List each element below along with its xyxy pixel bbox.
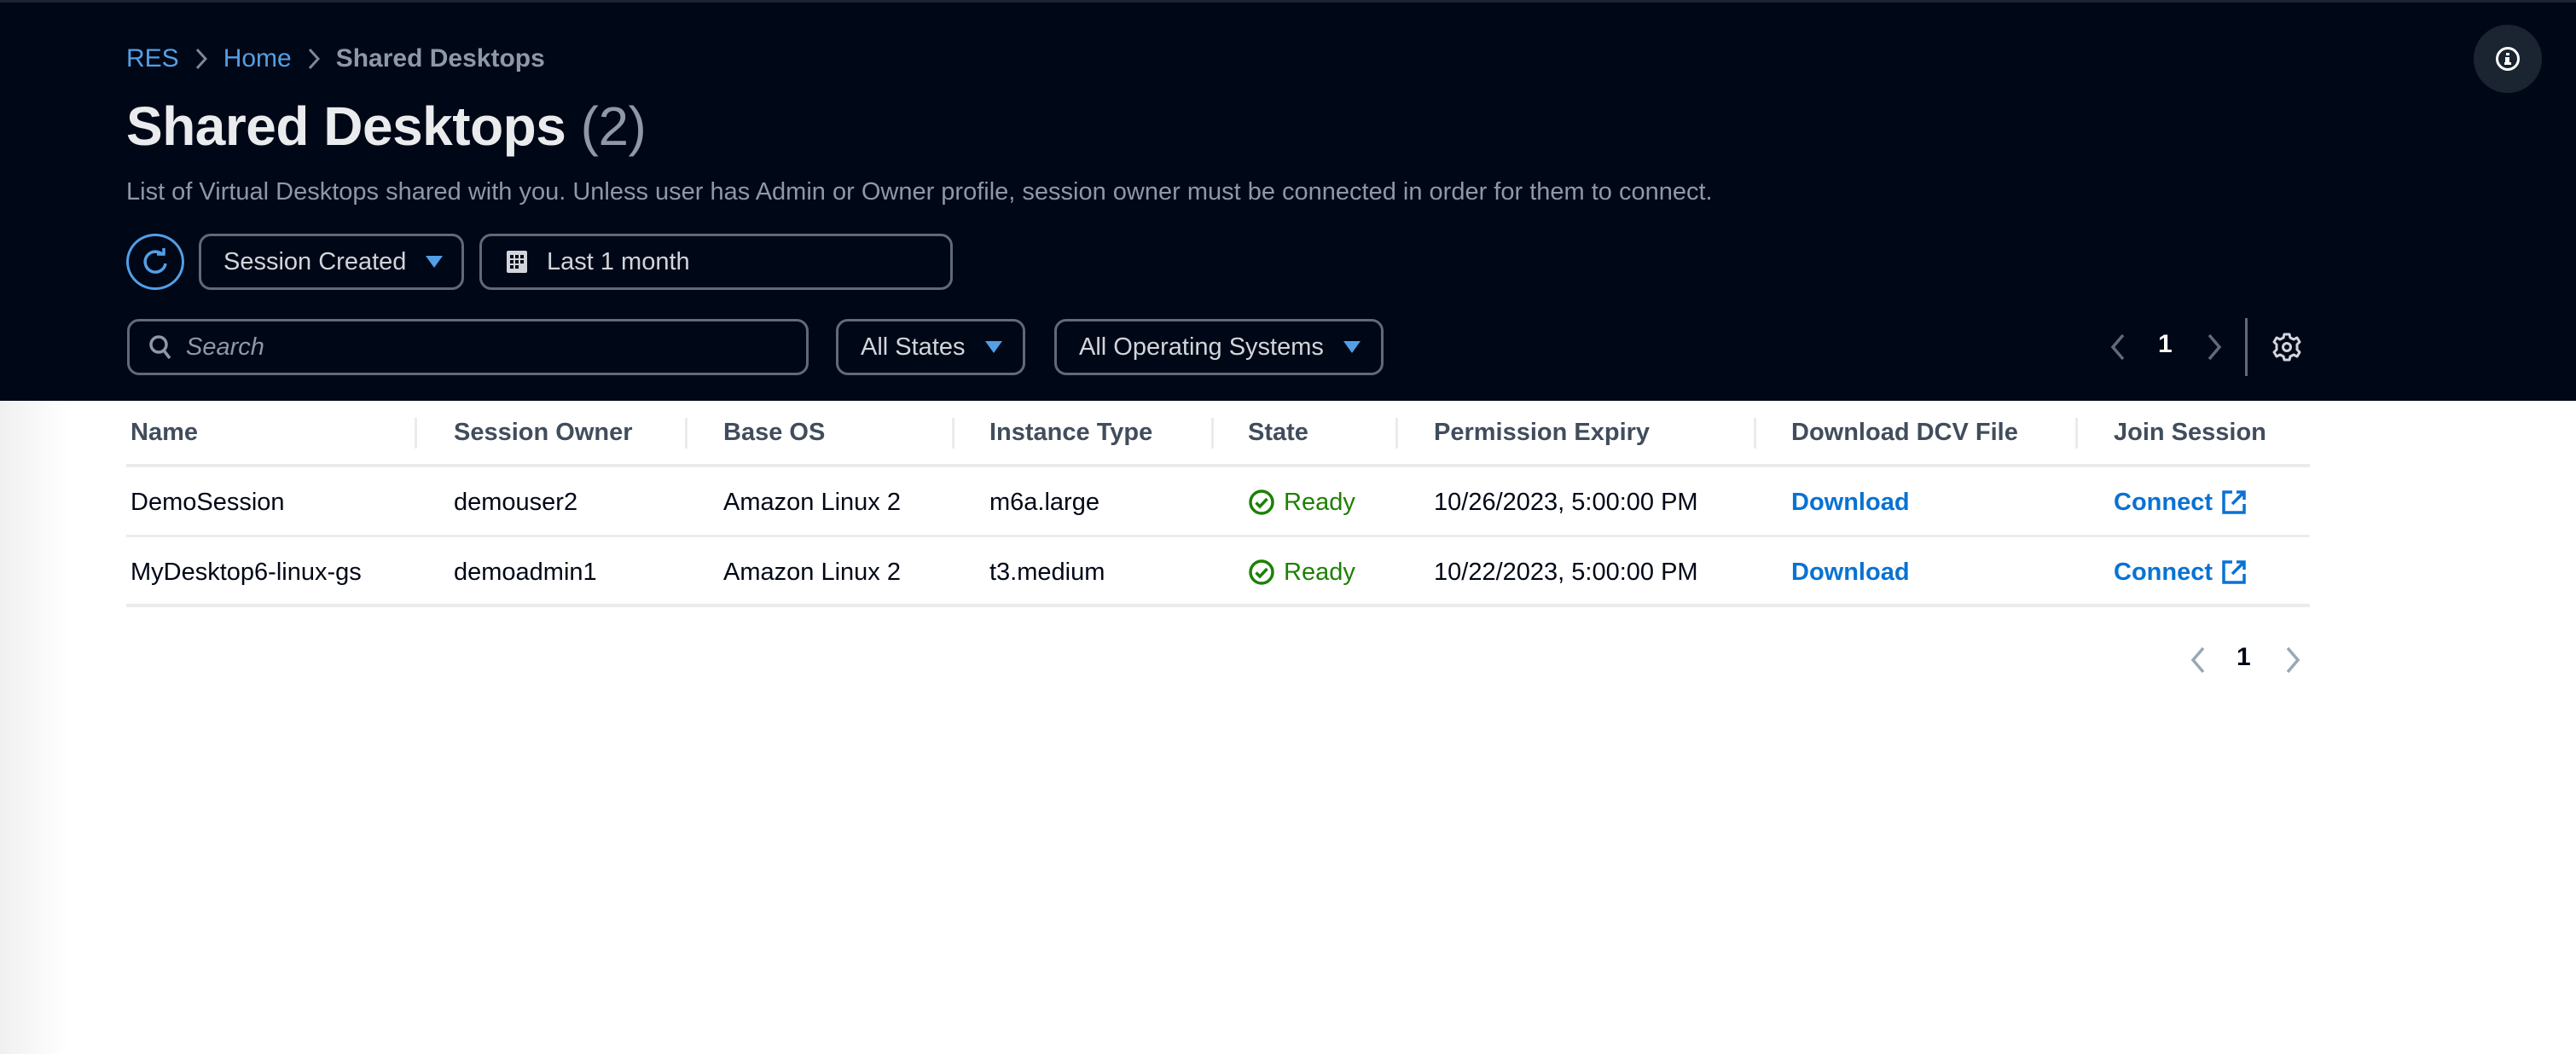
chevron-right-icon <box>2285 646 2300 674</box>
os-filter-select[interactable]: All Operating Systems <box>1054 319 1384 375</box>
date-range-value: Last 1 month <box>547 247 690 275</box>
connect-label: Connect <box>2114 558 2213 586</box>
preferences-button[interactable] <box>2272 333 2301 362</box>
external-link-icon <box>2221 489 2247 515</box>
previous-page-button[interactable] <box>2190 646 2206 674</box>
breadcrumb-home[interactable]: Home <box>223 44 292 73</box>
column-header-base-os[interactable]: Base OS <box>723 401 825 464</box>
status-badge: Ready <box>1248 467 1355 537</box>
connect-label: Connect <box>2114 488 2213 516</box>
page-number[interactable]: 1 <box>2237 643 2251 672</box>
search-input[interactable] <box>186 333 783 362</box>
page-number[interactable]: 1 <box>2158 330 2173 359</box>
side-shadow <box>0 401 68 1054</box>
os-filter-value: All Operating Systems <box>1079 333 1324 361</box>
gear-icon <box>2272 333 2301 362</box>
table-row: DemoSession demouser2 Amazon Linux 2 m6a… <box>126 467 2310 537</box>
connect-link[interactable]: Connect <box>2114 467 2247 537</box>
table-header: Name Session Owner Base OS Instance Type… <box>126 401 2310 467</box>
search-icon <box>148 334 172 360</box>
chevron-right-icon <box>194 48 208 70</box>
info-icon <box>2495 46 2521 72</box>
cell-name: MyDesktop6-linux-gs <box>131 558 362 586</box>
chevron-left-icon <box>2110 333 2126 361</box>
breadcrumb-res[interactable]: RES <box>126 44 179 73</box>
caret-down-icon <box>1343 340 1361 354</box>
chevron-right-icon <box>2207 333 2222 361</box>
column-header-permission-expiry[interactable]: Permission Expiry <box>1434 401 1650 464</box>
column-header-session-owner[interactable]: Session Owner <box>454 401 633 464</box>
download-dcv-link[interactable]: Download <box>1791 467 1910 537</box>
check-circle-icon <box>1248 559 1275 586</box>
cell-permission-expiry: 10/26/2023, 5:00:00 PM <box>1434 488 1698 516</box>
column-header-download-dcv[interactable]: Download DCV File <box>1791 401 2018 464</box>
cell-instance-type: m6a.large <box>989 488 1099 516</box>
cell-session-owner: demouser2 <box>454 488 578 516</box>
state-filter-select[interactable]: All States <box>836 319 1025 375</box>
column-header-instance-type[interactable]: Instance Type <box>989 401 1152 464</box>
column-header-state[interactable]: State <box>1248 401 1308 464</box>
state-filter-value: All States <box>861 333 966 361</box>
column-header-join-session[interactable]: Join Session <box>2114 401 2266 464</box>
search-field[interactable] <box>127 319 809 375</box>
connect-link[interactable]: Connect <box>2114 537 2247 607</box>
caret-down-icon <box>425 255 444 269</box>
previous-page-button[interactable] <box>2110 333 2126 361</box>
breadcrumb: RES Home Shared Desktops <box>126 42 545 76</box>
toolbar-divider <box>2245 318 2248 376</box>
column-header-name[interactable]: Name <box>131 401 198 464</box>
column-resizer[interactable] <box>1395 418 1398 449</box>
page-title: Shared Desktops (2) <box>126 95 647 158</box>
breadcrumb-current: Shared Desktops <box>335 44 545 72</box>
check-circle-icon <box>1248 489 1275 516</box>
next-page-button[interactable] <box>2285 646 2300 674</box>
cell-base-os: Amazon Linux 2 <box>723 558 901 586</box>
chevron-left-icon <box>2190 646 2206 674</box>
help-panel-button[interactable] <box>2474 25 2542 93</box>
shared-desktops-table: Name Session Owner Base OS Instance Type… <box>126 401 2310 607</box>
sort-by-select[interactable]: Session Created <box>199 234 464 290</box>
download-dcv-link[interactable]: Download <box>1791 537 1910 607</box>
refresh-button[interactable] <box>126 234 184 290</box>
column-resizer[interactable] <box>685 418 688 449</box>
column-resizer[interactable] <box>2075 418 2078 449</box>
date-range-picker[interactable]: Last 1 month <box>479 234 953 290</box>
page-title-text: Shared Desktops <box>126 96 566 157</box>
calendar-icon <box>506 250 528 274</box>
column-resizer[interactable] <box>1754 418 1756 449</box>
status-badge: Ready <box>1248 537 1355 607</box>
chevron-right-icon <box>307 48 321 70</box>
table-row: MyDesktop6-linux-gs demoadmin1 Amazon Li… <box>126 537 2310 607</box>
next-page-button[interactable] <box>2207 333 2222 361</box>
cell-instance-type: t3.medium <box>989 558 1105 586</box>
cell-base-os: Amazon Linux 2 <box>723 488 901 516</box>
cell-session-owner: demoadmin1 <box>454 558 597 586</box>
page-description: List of Virtual Desktops shared with you… <box>126 178 1713 206</box>
page-header: RES Home Shared Desktops Shared Desktops… <box>0 0 2576 401</box>
column-resizer[interactable] <box>415 418 417 449</box>
caret-down-icon <box>984 340 1003 354</box>
external-link-icon <box>2221 559 2247 585</box>
cell-permission-expiry: 10/22/2023, 5:00:00 PM <box>1434 558 1698 586</box>
item-count: (2) <box>580 96 647 157</box>
page: RES Home Shared Desktops Shared Desktops… <box>0 0 2576 1054</box>
status-text: Ready <box>1284 488 1355 516</box>
column-resizer[interactable] <box>1211 418 1214 449</box>
cell-name: DemoSession <box>131 488 285 516</box>
column-resizer[interactable] <box>952 418 954 449</box>
sort-by-value: Session Created <box>223 247 407 275</box>
status-text: Ready <box>1284 558 1355 586</box>
refresh-icon <box>140 246 171 277</box>
